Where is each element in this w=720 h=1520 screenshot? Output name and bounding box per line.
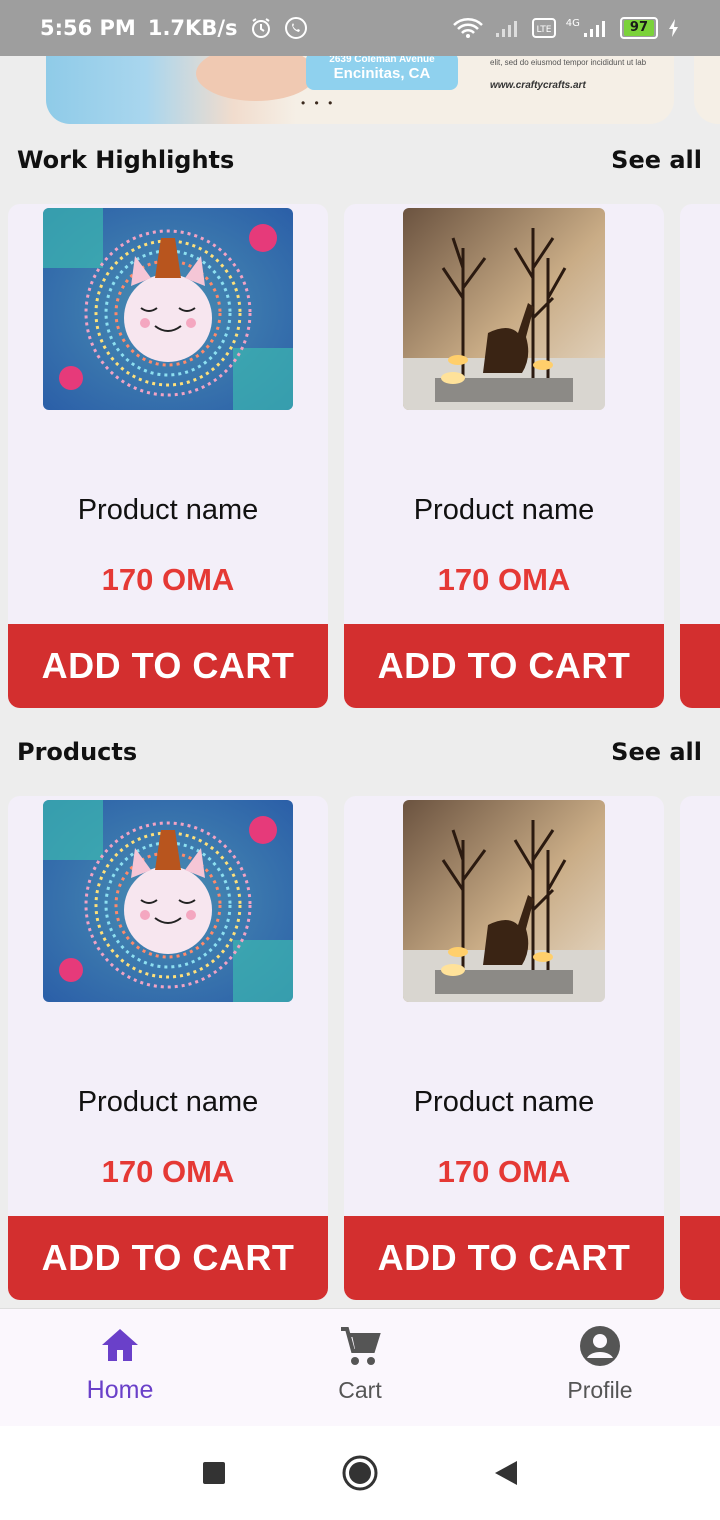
nav-label: Cart [338,1377,382,1403]
banner-url: www.craftycrafts.art [490,80,586,91]
product-price: 170 OMA [437,562,571,597]
nav-profile[interactable]: Profile [480,1309,720,1426]
banner-address: 2639 Coleman Avenue [329,56,435,65]
back-button[interactable] [478,1445,534,1501]
network-tag: 4G [565,17,580,29]
products-row[interactable]: Product name 170 OMA ADD TO CART Product… [0,796,720,1300]
status-right: LTE 4G 97 [452,17,680,39]
product-price: 170 OMA [437,1154,571,1189]
battery-indicator: 97 [619,17,658,39]
add-to-cart-button-peek[interactable] [680,624,720,708]
add-to-cart-button[interactable]: ADD TO CART [8,1216,328,1300]
whatsapp-icon [284,16,308,40]
battery-level: 97 [623,20,654,36]
product-image [403,208,605,410]
work-highlights-row[interactable]: Product name 170 OMA ADD TO CART Product… [0,204,720,708]
nav-label: Home [86,1376,154,1404]
system-navigation-bar [0,1426,720,1520]
product-card[interactable]: Product name 170 OMA ADD TO CART [344,796,664,1300]
add-to-cart-button[interactable]: ADD TO CART [8,624,328,708]
home-system-button[interactable] [332,1445,388,1501]
product-price: 170 OMA [101,1154,235,1189]
product-price: 170 OMA [101,562,235,597]
signal-icon [582,17,610,39]
banner-body-text: elit, sed do eiusmod tempor incididunt u… [490,58,647,67]
add-to-cart-button[interactable]: ADD TO CART [344,624,664,708]
add-to-cart-button-peek[interactable] [680,1216,720,1300]
banner-decoration: • • • [301,96,336,110]
banner-carousel[interactable]: 2639 Coleman Avenue Encinitas, CA • • • … [0,56,720,126]
nav-cart[interactable]: Cart [240,1309,480,1426]
product-name: Product name [77,494,259,526]
product-image [403,800,605,1002]
section-title: Products [17,738,138,766]
recents-button[interactable] [186,1445,242,1501]
status-speed: 1.7KB/s [147,16,238,40]
wifi-icon [452,17,484,39]
status-bar: 5:56 PM 1.7KB/s LTE 4G 97 [0,0,720,56]
product-image [43,208,293,410]
signal-off-icon [494,17,522,39]
product-card[interactable]: Product name 170 OMA ADD TO CART [8,204,328,708]
product-name: Product name [413,1086,595,1118]
nav-home[interactable]: Home [0,1309,240,1426]
banner-address-badge: 2639 Coleman Avenue Encinitas, CA [306,56,458,90]
nav-label: Profile [567,1377,633,1403]
see-all-link[interactable]: See all [611,738,702,766]
volte-icon: LTE [531,17,556,39]
section-title: Work Highlights [17,146,235,174]
next-banner-peek[interactable] [694,56,720,124]
add-to-cart-button[interactable]: ADD TO CART [344,1216,664,1300]
see-all-link[interactable]: See all [611,146,702,174]
product-card[interactable]: Product name 170 OMA ADD TO CART [344,204,664,708]
product-name: Product name [77,1086,259,1118]
profile-icon [578,1325,622,1373]
product-image [43,800,293,1002]
charging-icon [668,18,680,38]
bottom-navigation: Home Cart Profile [0,1308,720,1426]
product-card[interactable]: Product name 170 OMA ADD TO CART [8,796,328,1300]
cart-icon [338,1325,382,1373]
svg-text:LTE: LTE [536,25,551,35]
alarm-icon [250,17,272,39]
work-highlights-header: Work Highlights See all [0,140,720,180]
promo-banner[interactable]: 2639 Coleman Avenue Encinitas, CA • • • … [46,56,674,124]
banner-city: Encinitas, CA [333,65,431,82]
product-card-peek[interactable] [680,796,720,1300]
status-time: 5:56 PM [40,16,136,40]
product-card-peek[interactable] [680,204,720,708]
product-name: Product name [413,494,595,526]
status-left: 5:56 PM 1.7KB/s [40,16,308,40]
home-icon [99,1325,141,1372]
products-header: Products See all [0,732,720,772]
